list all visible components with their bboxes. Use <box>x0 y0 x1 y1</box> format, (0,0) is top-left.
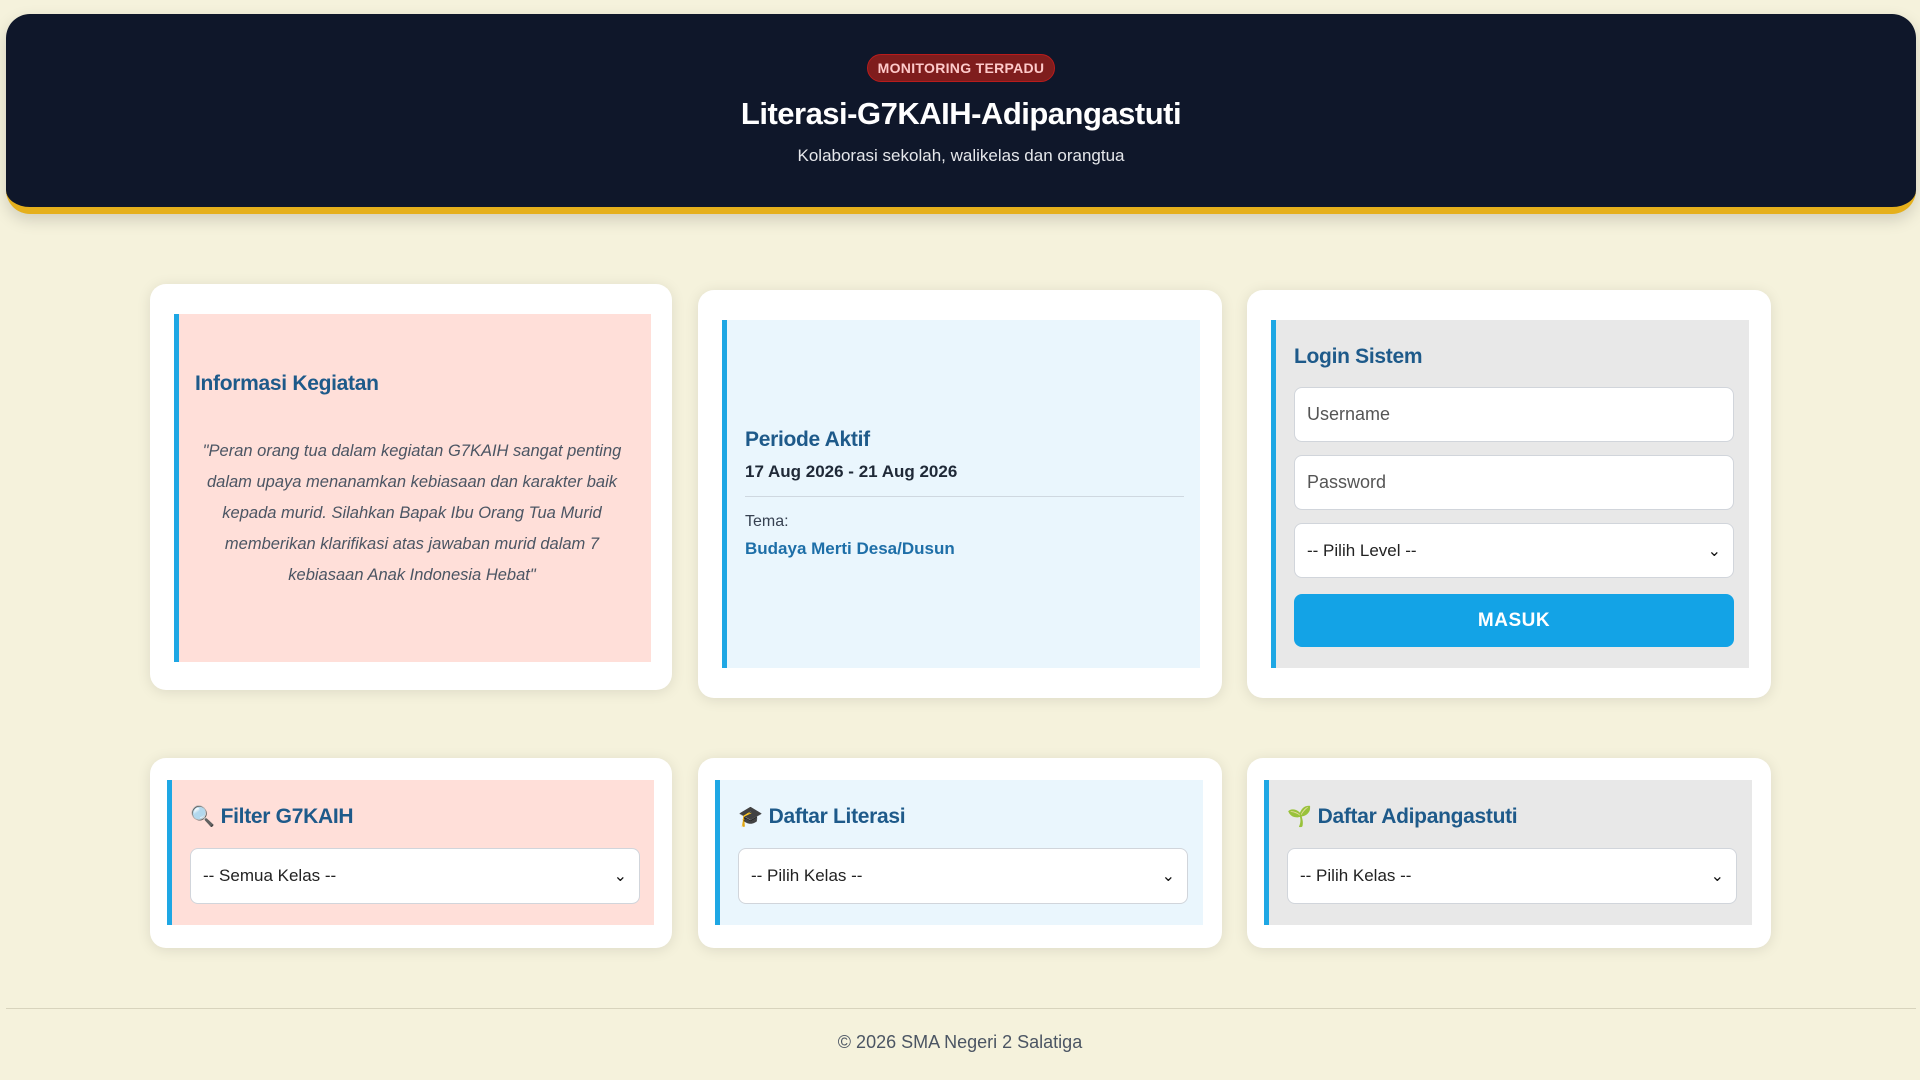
chevron-down-icon: ⌄ <box>1710 868 1724 885</box>
magnifier-icon: 🔍 <box>190 806 215 828</box>
literasi-heading-row: 🎓 Daftar Literasi <box>738 804 906 829</box>
literasi-card: 🎓 Daftar Literasi -- Pilih Kelas -- ⌄ <box>698 758 1222 948</box>
chevron-down-icon: ⌄ <box>1707 542 1721 560</box>
page-subtitle: Kolaborasi sekolah, walikelas dan orangt… <box>797 146 1125 165</box>
info-card: Informasi Kegiatan "Peran orang tua dala… <box>150 284 672 690</box>
adipangastuti-heading: Daftar Adipangastuti <box>1317 805 1518 828</box>
period-panel: Periode Aktif 17 Aug 2026 - 21 Aug 2026 … <box>722 320 1200 668</box>
literasi-selected: -- Pilih Kelas -- <box>751 866 863 885</box>
adipangastuti-panel: 🌱 Daftar Adipangastuti -- Pilih Kelas -- … <box>1264 780 1752 925</box>
period-divider <box>745 496 1184 497</box>
username-input[interactable]: Username <box>1294 387 1734 442</box>
login-heading: Login Sistem <box>1294 345 1423 368</box>
page-title: Literasi-G7KAIH-Adipangastuti <box>740 96 1182 131</box>
info-quote: "Peran orang tua dalam kegiatan G7KAIH s… <box>202 442 622 584</box>
tema-value: Budaya Merti Desa/Dusun <box>745 539 955 558</box>
adipangastuti-class-select[interactable]: -- Pilih Kelas -- ⌄ <box>1287 848 1737 904</box>
chevron-down-icon: ⌄ <box>613 868 627 885</box>
graduation-cap-icon: 🎓 <box>738 806 763 828</box>
info-panel: Informasi Kegiatan "Peran orang tua dala… <box>174 314 651 662</box>
login-panel: Login Sistem Username Password -- Pilih … <box>1271 320 1749 668</box>
chevron-down-icon: ⌄ <box>1161 868 1175 885</box>
period-heading: Periode Aktif <box>745 428 870 451</box>
filter-heading: Filter G7KAIH <box>220 805 354 828</box>
login-button[interactable]: MASUK <box>1294 594 1734 647</box>
literasi-panel: 🎓 Daftar Literasi -- Pilih Kelas -- ⌄ <box>715 780 1203 925</box>
filter-selected: -- Semua Kelas -- <box>203 866 337 885</box>
adipangastuti-heading-row: 🌱 Daftar Adipangastuti <box>1287 804 1518 829</box>
literasi-class-select[interactable]: -- Pilih Kelas -- ⌄ <box>738 848 1188 904</box>
level-selected: -- Pilih Level -- <box>1307 540 1417 560</box>
filter-heading-row: 🔍 Filter G7KAIH <box>190 804 354 829</box>
footer-divider <box>6 1008 1916 1009</box>
sprout-icon: 🌱 <box>1287 806 1312 828</box>
filter-card: 🔍 Filter G7KAIH -- Semua Kelas -- ⌄ <box>150 758 672 948</box>
filter-class-select[interactable]: -- Semua Kelas -- ⌄ <box>190 848 640 904</box>
footer-copyright: © 2026 SMA Negeri 2 Salatiga <box>837 1032 1083 1052</box>
level-select[interactable]: -- Pilih Level -- ⌄ <box>1294 523 1734 578</box>
tema-label: Tema: <box>745 513 789 530</box>
period-card: Periode Aktif 17 Aug 2026 - 21 Aug 2026 … <box>698 290 1222 698</box>
login-card: Login Sistem Username Password -- Pilih … <box>1247 290 1771 698</box>
adipangastuti-card: 🌱 Daftar Adipangastuti -- Pilih Kelas -- … <box>1247 758 1771 948</box>
password-input[interactable]: Password <box>1294 455 1734 510</box>
info-heading: Informasi Kegiatan <box>195 372 379 395</box>
literasi-heading: Daftar Literasi <box>768 805 906 828</box>
period-date: 17 Aug 2026 - 21 Aug 2026 <box>745 462 958 481</box>
password-placeholder: Password <box>1307 472 1387 492</box>
monitoring-badge: MONITORING TERPADU <box>866 54 1056 82</box>
username-placeholder: Username <box>1307 404 1391 424</box>
adipangastuti-selected: -- Pilih Kelas -- <box>1300 866 1412 885</box>
page-header: MONITORING TERPADU Literasi-G7KAIH-Adipa… <box>6 14 1916 214</box>
filter-panel: 🔍 Filter G7KAIH -- Semua Kelas -- ⌄ <box>167 780 654 925</box>
